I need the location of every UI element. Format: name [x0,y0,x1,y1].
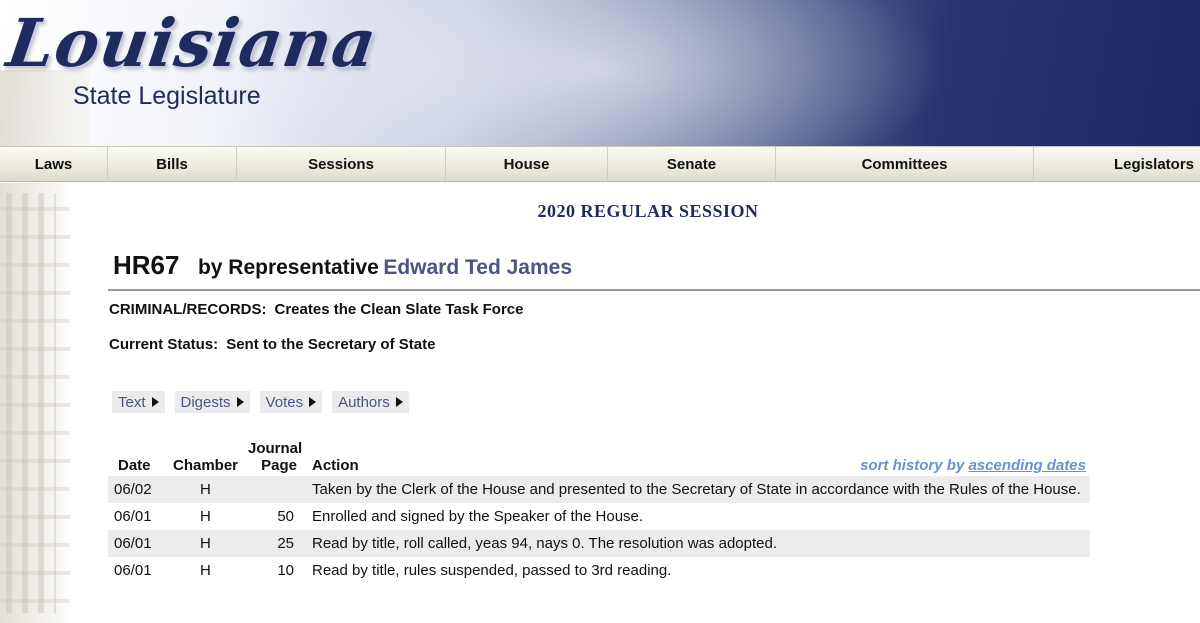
row-date: 06/01 [114,562,152,579]
bill-number: HR67 [113,250,180,280]
nav-bills[interactable]: Bills [108,147,237,181]
status-text: Sent to the Secretary of State [226,336,436,353]
logo-louisiana[interactable]: Louisiana [3,4,382,82]
row-page: 25 [277,535,294,552]
triangle-right-icon [395,397,403,407]
row-action: Read by title, rules suspended, passed t… [312,562,672,579]
tab-authors[interactable]: Authors [332,391,409,413]
subject-label: CRIMINAL/RECORDS: [109,301,267,318]
nav-committees[interactable]: Committees [776,147,1034,181]
triangle-right-icon [236,397,244,407]
history-header: Date Chamber Journal Page Action sort hi… [108,436,1090,476]
header-action: Action [312,457,359,474]
nav-laws[interactable]: Laws [0,147,108,181]
nav-legislators[interactable]: Legislators [1034,147,1200,181]
building-windows [6,193,56,613]
row-page: 10 [277,562,294,579]
row-date: 06/01 [114,508,152,525]
logo-state-legislature: State Legislature [73,82,261,110]
triangle-right-icon [309,397,317,407]
sort-ascending-link[interactable]: ascending dates [968,457,1086,474]
row-page: 50 [277,508,294,525]
bill-heading: HR67 by Representative Edward Ted James [113,250,572,281]
status-label: Current Status: [109,336,219,353]
bill-subject: CRIMINAL/RECORDS: Creates the Clean Slate… [109,301,524,318]
bill-by-label: by Representative [197,256,379,279]
tab-text-label: Text [118,393,146,411]
subject-text: Creates the Clean Slate Task Force [274,301,524,318]
row-action: Read by title, roll called, yeas 94, nay… [312,535,777,552]
row-date: 06/01 [114,535,152,552]
table-row: 06/01 H 50 Enrolled and signed by the Sp… [108,503,1090,530]
sort-history: sort history by ascending dates [860,457,1086,474]
tab-authors-label: Authors [338,393,390,411]
header-journal-page: Journal Page [248,440,302,474]
table-row: 06/01 H 10 Read by title, rules suspende… [108,557,1090,584]
session-title: 2020 REGULAR SESSION [537,201,759,221]
heading-divider [108,289,1200,291]
row-chamber: H [200,535,211,552]
main-nav: Laws Bills Sessions House Senate Committ… [0,146,1200,182]
table-row: 06/02 H Taken by the Clerk of the House … [108,476,1090,503]
row-chamber: H [200,508,211,525]
row-action: Enrolled and signed by the Speaker of th… [312,508,644,525]
row-chamber: H [200,481,211,498]
bill-status: Current Status: Sent to the Secretary of … [109,336,435,353]
header-chamber: Chamber [173,457,239,474]
nav-house[interactable]: House [446,147,608,181]
nav-senate[interactable]: Senate [608,147,776,181]
header-page: Page [261,457,298,474]
table-row: 06/01 H 25 Read by title, roll called, y… [108,530,1090,557]
tab-votes-label: Votes [265,393,304,411]
nav-sessions[interactable]: Sessions [237,147,446,181]
row-chamber: H [200,562,211,579]
sort-prefix: sort history by [860,457,965,474]
header-date: Date [118,457,151,474]
capitol-side-image [0,183,70,623]
header-journal: Journal [248,440,303,457]
triangle-right-icon [151,397,159,407]
row-action: Taken by the Clerk of the House and pres… [312,481,1081,498]
tab-digests-label: Digests [180,393,231,411]
tab-votes[interactable]: Votes [259,391,323,413]
tab-text[interactable]: Text [112,391,165,413]
site-banner: Louisiana State Legislature [0,0,1200,146]
bill-author-link[interactable]: Edward Ted James [383,256,572,279]
tab-digests[interactable]: Digests [174,391,250,413]
document-tabs: Text Digests Votes Authors [112,391,409,413]
row-date: 06/02 [114,481,152,498]
history-table: Date Chamber Journal Page Action sort hi… [108,436,1090,584]
